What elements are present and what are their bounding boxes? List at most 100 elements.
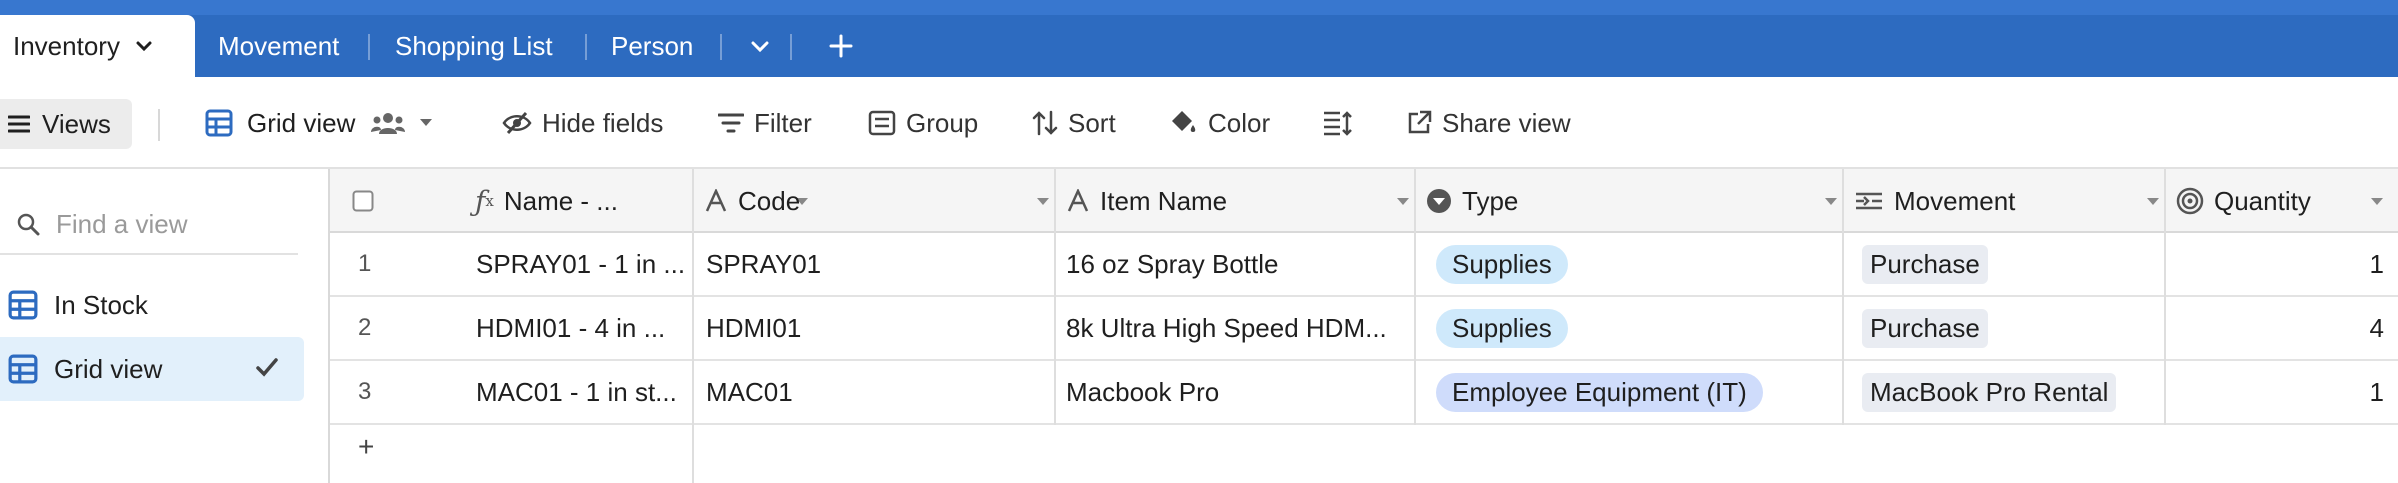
column-header-label: Item Name bbox=[1100, 185, 1228, 216]
color-button[interactable]: Color bbox=[1168, 77, 1270, 169]
cell-type[interactable]: Employee Equipment (IT) bbox=[1426, 361, 1850, 423]
top-strip bbox=[0, 0, 2398, 15]
row-number: 1 bbox=[358, 250, 372, 277]
column-header-label: Quantity bbox=[2214, 185, 2311, 216]
filter-icon bbox=[718, 113, 744, 133]
sidebar-item-label: Grid view bbox=[54, 353, 163, 384]
more-tables-button[interactable] bbox=[748, 15, 772, 77]
find-view-placeholder: Find a view bbox=[56, 208, 188, 239]
cell-item-name[interactable]: 8k Ultra High Speed HDM... bbox=[1066, 297, 1422, 359]
tab-inventory-label: Inventory bbox=[13, 30, 120, 61]
search-icon bbox=[17, 213, 40, 236]
cell-code[interactable]: HDMI01 bbox=[706, 297, 1056, 359]
grid-view-switcher[interactable]: Grid view bbox=[205, 77, 443, 169]
tab-divider bbox=[790, 34, 792, 60]
column-header-label: Name - ... bbox=[503, 185, 618, 216]
views-button[interactable]: Views bbox=[0, 99, 132, 149]
cell-quantity[interactable]: 4 bbox=[2176, 297, 2384, 359]
group-button[interactable]: Group bbox=[868, 77, 978, 169]
text-field-icon bbox=[1066, 189, 1090, 213]
cell-code[interactable]: MAC01 bbox=[706, 361, 1056, 423]
sidebar-item-grid-view[interactable]: Grid view bbox=[0, 337, 304, 401]
sidebar-item-in-stock[interactable]: In Stock bbox=[0, 273, 304, 337]
cell-type[interactable]: Supplies bbox=[1426, 233, 1850, 295]
table-row[interactable]: 3 MAC01 - 1 in st... MAC01 Macbook Pro E… bbox=[330, 361, 2398, 425]
type-tag: Supplies bbox=[1436, 244, 1568, 284]
tab-divider bbox=[368, 34, 370, 60]
column-header-code[interactable]: Code bbox=[704, 169, 1064, 233]
table-row[interactable]: 2 HDMI01 - 4 in ... HDMI01 8k Ultra High… bbox=[330, 297, 2398, 361]
cell-movement[interactable]: Purchase bbox=[1854, 297, 2172, 359]
caret-down-icon[interactable] bbox=[1396, 197, 1410, 207]
paint-bucket-icon bbox=[1172, 111, 1196, 132]
grid-header: ƒx Name - ... Code Item Name Type Moveme… bbox=[330, 169, 2398, 233]
column-divider bbox=[1842, 169, 1844, 425]
tab-person-label: Person bbox=[611, 30, 694, 61]
cell-movement[interactable]: MacBook Pro Rental bbox=[1854, 361, 2172, 423]
tab-movement-label: Movement bbox=[218, 30, 340, 61]
views-label: Views bbox=[42, 108, 111, 139]
group-icon bbox=[868, 110, 896, 136]
people-icon bbox=[371, 113, 406, 134]
column-header-movement[interactable]: Movement bbox=[1854, 169, 2174, 233]
tab-divider bbox=[720, 34, 722, 60]
select-all-checkbox[interactable] bbox=[352, 169, 374, 233]
cell-quantity[interactable]: 1 bbox=[2176, 233, 2384, 295]
row-number: 3 bbox=[358, 378, 372, 405]
check-icon bbox=[256, 358, 278, 377]
cell-name[interactable]: MAC01 - 1 in st... bbox=[476, 361, 700, 423]
linked-record-chip: Purchase bbox=[1862, 244, 1988, 284]
filter-label: Filter bbox=[754, 107, 812, 138]
cell-quantity[interactable]: 1 bbox=[2176, 361, 2384, 423]
caret-down-icon[interactable] bbox=[2146, 197, 2160, 207]
tab-shopping-list[interactable]: Shopping List bbox=[395, 15, 553, 77]
cell-code[interactable]: SPRAY01 bbox=[706, 233, 1056, 295]
add-row-button[interactable]: + bbox=[358, 431, 374, 463]
tab-person[interactable]: Person bbox=[611, 15, 693, 77]
share-icon bbox=[1408, 110, 1432, 134]
grid-icon bbox=[8, 290, 38, 320]
caret-down-icon[interactable] bbox=[2370, 197, 2384, 207]
cell-movement[interactable]: Purchase bbox=[1854, 233, 2172, 295]
hide-fields-label: Hide fields bbox=[542, 107, 664, 138]
cell-name[interactable]: HDMI01 - 4 in ... bbox=[476, 297, 700, 359]
linked-record-icon bbox=[1854, 190, 1884, 212]
chevron-down-icon bbox=[751, 41, 769, 53]
checkbox-icon bbox=[352, 190, 374, 212]
find-view-search[interactable]: Find a view bbox=[0, 195, 298, 255]
sort-button[interactable]: Sort bbox=[1032, 77, 1116, 169]
column-header-type[interactable]: Type bbox=[1426, 169, 1852, 233]
column-header-label: Type bbox=[1462, 185, 1519, 216]
hide-fields-button[interactable]: Hide fields bbox=[502, 77, 663, 169]
table-row[interactable]: 1 SPRAY01 - 1 in ... SPRAY01 16 oz Spray… bbox=[330, 233, 2398, 297]
column-header-label: Movement bbox=[1894, 185, 2016, 216]
add-table-button[interactable] bbox=[828, 15, 854, 77]
caret-down-icon[interactable] bbox=[1036, 197, 1050, 207]
tab-movement[interactable]: Movement bbox=[218, 15, 339, 77]
single-select-icon bbox=[1426, 188, 1452, 214]
linked-record-chip: Purchase bbox=[1862, 308, 1988, 348]
formula-icon: ƒx bbox=[475, 184, 494, 218]
cell-name[interactable]: SPRAY01 - 1 in ... bbox=[476, 233, 700, 295]
data-grid: ƒx Name - ... Code Item Name Type Moveme… bbox=[330, 169, 2398, 483]
cell-type[interactable]: Supplies bbox=[1426, 297, 1850, 359]
view-toolbar: Views Grid view Hide fields Filter Group… bbox=[0, 77, 2398, 169]
toolbar-divider bbox=[158, 109, 160, 141]
cell-item-name[interactable]: Macbook Pro bbox=[1066, 361, 1422, 423]
column-header-quantity[interactable]: Quantity bbox=[2176, 169, 2398, 233]
type-tag: Supplies bbox=[1436, 308, 1568, 348]
filter-button[interactable]: Filter bbox=[718, 77, 812, 169]
caret-down-icon[interactable] bbox=[1824, 197, 1838, 207]
color-label: Color bbox=[1208, 107, 1271, 138]
tab-shopping-list-label: Shopping List bbox=[395, 30, 553, 61]
tab-divider bbox=[585, 34, 587, 60]
cell-item-name[interactable]: 16 oz Spray Bottle bbox=[1066, 233, 1422, 295]
row-height-button[interactable] bbox=[1322, 77, 1362, 169]
hamburger-icon bbox=[8, 115, 30, 133]
column-header-item-name[interactable]: Item Name bbox=[1066, 169, 1424, 233]
chevron-down-icon[interactable] bbox=[134, 36, 154, 56]
caret-down-icon bbox=[420, 119, 433, 126]
tab-inventory[interactable]: Inventory bbox=[0, 15, 195, 77]
group-label: Group bbox=[906, 107, 979, 138]
share-view-button[interactable]: Share view bbox=[1406, 77, 1571, 169]
